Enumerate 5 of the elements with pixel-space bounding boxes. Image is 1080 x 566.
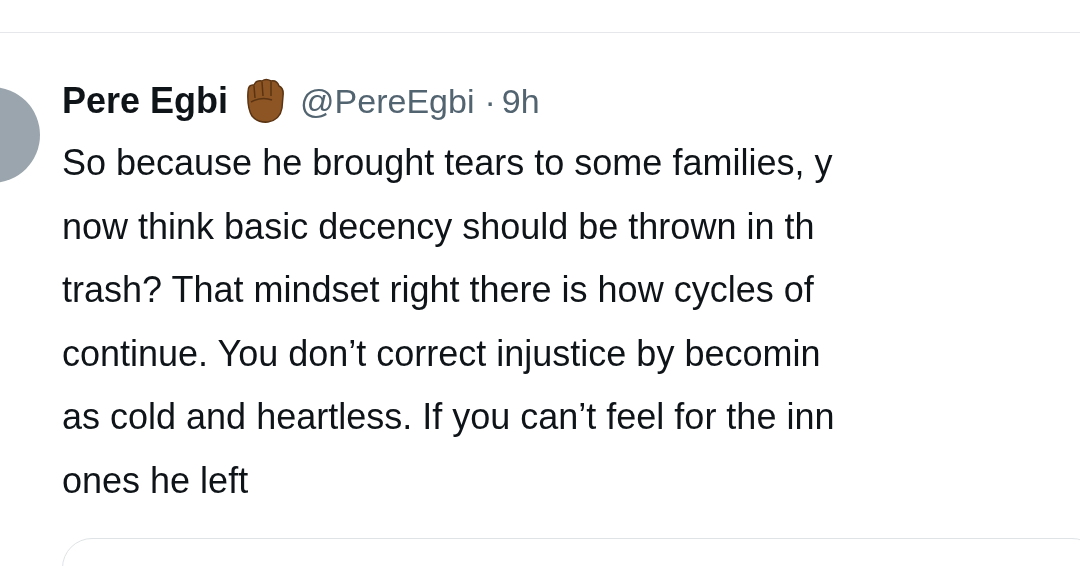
post-text: So because he brought tears to some families, y now think basic decency should be thrown in th trash? That mindset right there is how cycles of continue. You don’t correct injustice by becomin as cold and heartless. If you can’t feel for the inn ones he left <box>62 141 836 503</box>
author-handle[interactable]: @PereEgbi <box>300 75 475 127</box>
post-time[interactable]: 9h <box>501 75 540 127</box>
separator-dot: · <box>484 80 496 122</box>
author-name[interactable]: Pere Egbi <box>62 74 229 128</box>
